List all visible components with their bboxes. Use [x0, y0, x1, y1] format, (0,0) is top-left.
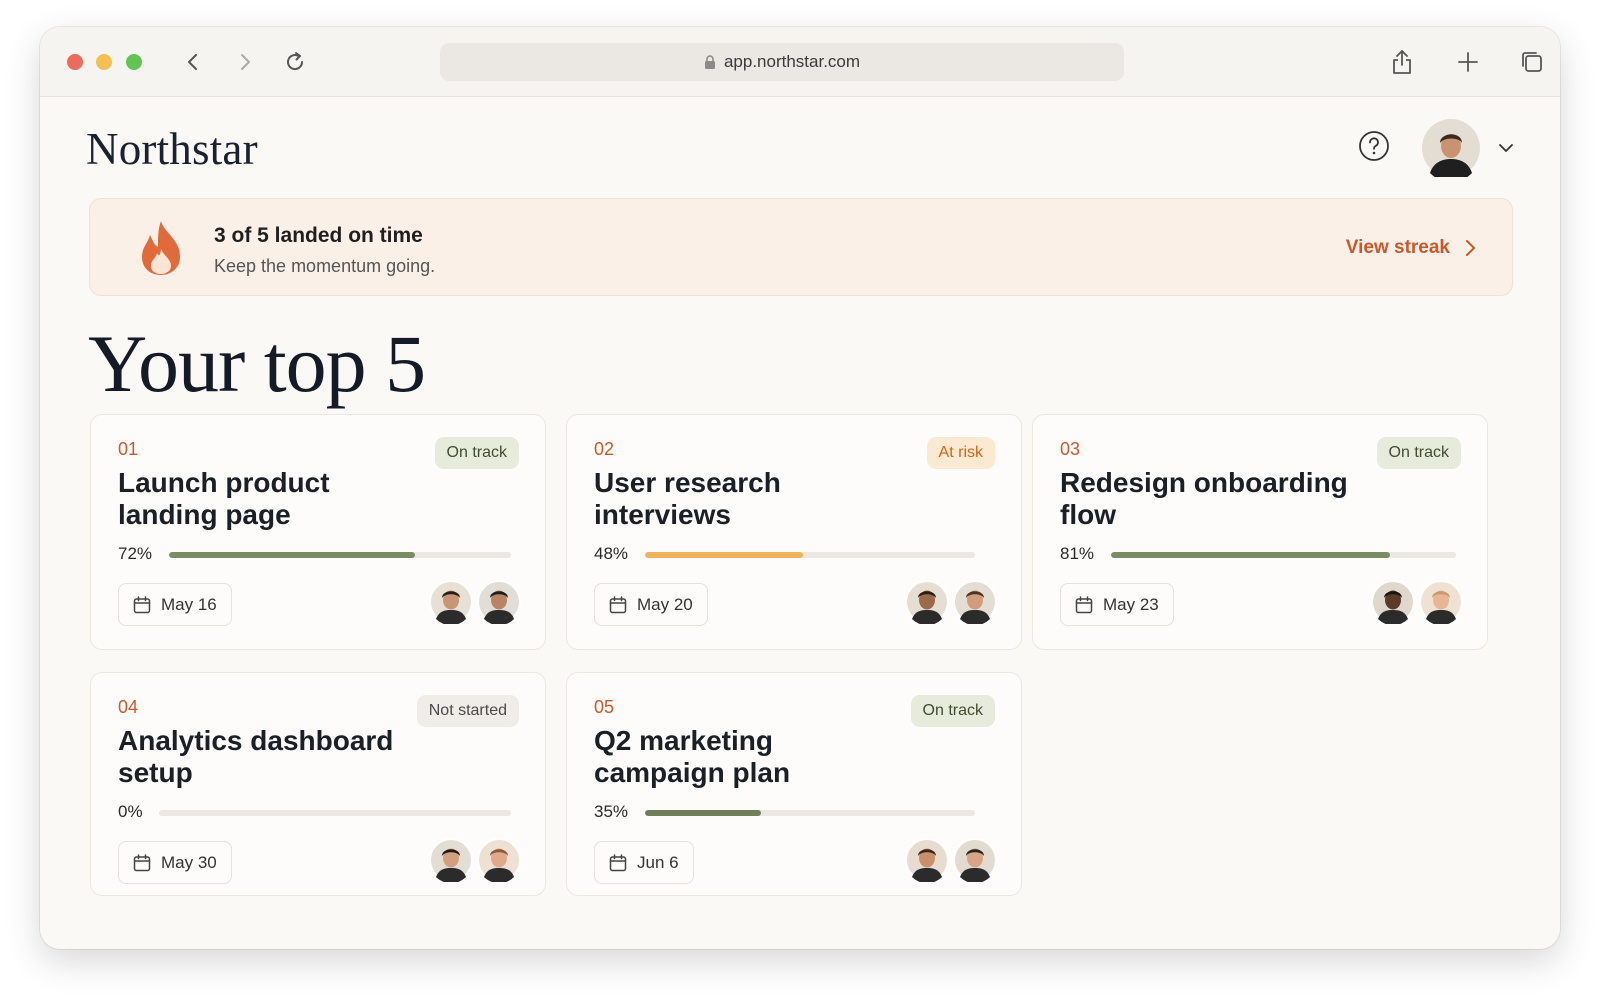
- progress-label: 0%: [118, 802, 143, 821]
- calendar-icon: [609, 595, 627, 613]
- status-badge: Not started: [416, 695, 519, 727]
- new-tab-icon[interactable]: [1453, 47, 1483, 77]
- assignee-avatar[interactable]: [429, 838, 473, 884]
- progress-label: 35%: [594, 802, 629, 821]
- chevron-down-icon[interactable]: [1495, 137, 1517, 159]
- progress-bar: [1111, 552, 1456, 558]
- assignee-avatar[interactable]: [477, 580, 521, 626]
- card-rank: 01: [118, 439, 139, 459]
- status-badge: On track: [434, 437, 519, 469]
- browser-toolbar: app.northstar.com: [40, 27, 1560, 97]
- card-title: User research interviews: [594, 467, 781, 530]
- view-streak-link[interactable]: View streak: [1346, 237, 1476, 259]
- card-rank: 04: [118, 697, 139, 717]
- progress-label: 48%: [594, 544, 629, 563]
- calendar-icon: [133, 595, 151, 613]
- goal-card-02[interactable]: 02 At risk User research interviews 48% May …: [566, 414, 1022, 650]
- lock-icon: [704, 54, 715, 69]
- status-badge: On track: [1376, 437, 1461, 469]
- progress-label: 72%: [118, 544, 153, 563]
- zoom-window-button[interactable]: [126, 54, 142, 70]
- due-date: May 16: [161, 594, 217, 614]
- browser-window: app.northstar.com Northstar 3 of 5 lande…: [40, 27, 1560, 949]
- assignee-avatar[interactable]: [905, 580, 949, 626]
- card-title: Launch product landing page: [118, 467, 330, 530]
- chevron-right-icon: [1466, 240, 1475, 256]
- assignee-avatar[interactable]: [1419, 580, 1463, 626]
- view-streak-label: View streak: [1345, 237, 1450, 258]
- assignee-avatar[interactable]: [905, 838, 949, 884]
- due-date-chip[interactable]: May 16: [118, 583, 232, 626]
- assignee-avatar[interactable]: [477, 838, 521, 884]
- forward-icon[interactable]: [230, 47, 260, 77]
- close-window-button[interactable]: [67, 54, 83, 70]
- status-badge: On track: [910, 695, 995, 727]
- goal-card-03[interactable]: 03 On track Redesign onboarding flow 81% May…: [1032, 414, 1488, 650]
- banner-subtitle: Keep the momentum going.: [214, 256, 436, 276]
- banner-title: 3 of 5 landed on time: [214, 224, 423, 247]
- card-rank: 02: [594, 439, 615, 459]
- due-date-chip[interactable]: May 23: [1060, 583, 1174, 626]
- assignee-avatar[interactable]: [953, 580, 997, 626]
- progress-fill: [645, 552, 804, 558]
- progress-fill: [645, 810, 761, 816]
- assignee-avatar[interactable]: [429, 580, 473, 626]
- progress-fill: [169, 552, 416, 558]
- progress-bar: [645, 810, 975, 816]
- card-rank: 03: [1060, 439, 1081, 459]
- due-date-chip[interactable]: Jun 6: [594, 841, 694, 884]
- due-date-chip[interactable]: May 30: [118, 841, 232, 884]
- user-avatar[interactable]: [1422, 119, 1480, 182]
- progress-bar: [169, 552, 511, 558]
- goal-card-04[interactable]: 04 Not started Analytics dashboard setup 0%…: [90, 672, 546, 896]
- share-icon[interactable]: [1387, 47, 1417, 77]
- calendar-icon: [609, 853, 627, 871]
- progress-label: 81%: [1060, 544, 1095, 563]
- card-title: Analytics dashboard setup: [118, 725, 394, 788]
- assignee-avatar[interactable]: [1371, 580, 1415, 626]
- due-date: May 23: [1103, 594, 1159, 614]
- progress-bar: [645, 552, 975, 558]
- card-title: Redesign onboarding flow: [1060, 467, 1348, 530]
- goal-card-01[interactable]: 01 On track Launch product landing page 72%…: [90, 414, 546, 650]
- progress-fill: [1111, 552, 1391, 558]
- help-icon[interactable]: [1358, 130, 1390, 162]
- url-text: app.northstar.com: [723, 52, 861, 71]
- card-rank: 05: [594, 697, 615, 717]
- back-icon[interactable]: [178, 47, 208, 77]
- address-bar[interactable]: app.northstar.com: [440, 43, 1124, 81]
- calendar-icon: [1075, 595, 1093, 613]
- goal-card-05[interactable]: 05 On track Q2 marketing campaign plan 35% J…: [566, 672, 1022, 896]
- due-date-chip[interactable]: May 20: [594, 583, 708, 626]
- due-date: Jun 6: [637, 852, 679, 872]
- streak-banner: 3 of 5 landed on time Keep the momentum …: [89, 198, 1513, 296]
- status-badge: At risk: [926, 437, 995, 469]
- due-date: May 30: [161, 852, 217, 872]
- page-title: Your top 5: [88, 318, 426, 409]
- calendar-icon: [133, 853, 151, 871]
- app-logo[interactable]: Northstar: [86, 123, 258, 175]
- minimize-window-button[interactable]: [96, 54, 112, 70]
- tab-overview-icon[interactable]: [1517, 47, 1547, 77]
- reload-icon[interactable]: [280, 47, 310, 77]
- card-title: Q2 marketing campaign plan: [594, 725, 791, 788]
- assignee-avatar[interactable]: [953, 838, 997, 884]
- due-date: May 20: [637, 594, 693, 614]
- flame-icon: [136, 219, 186, 277]
- progress-bar: [159, 810, 511, 816]
